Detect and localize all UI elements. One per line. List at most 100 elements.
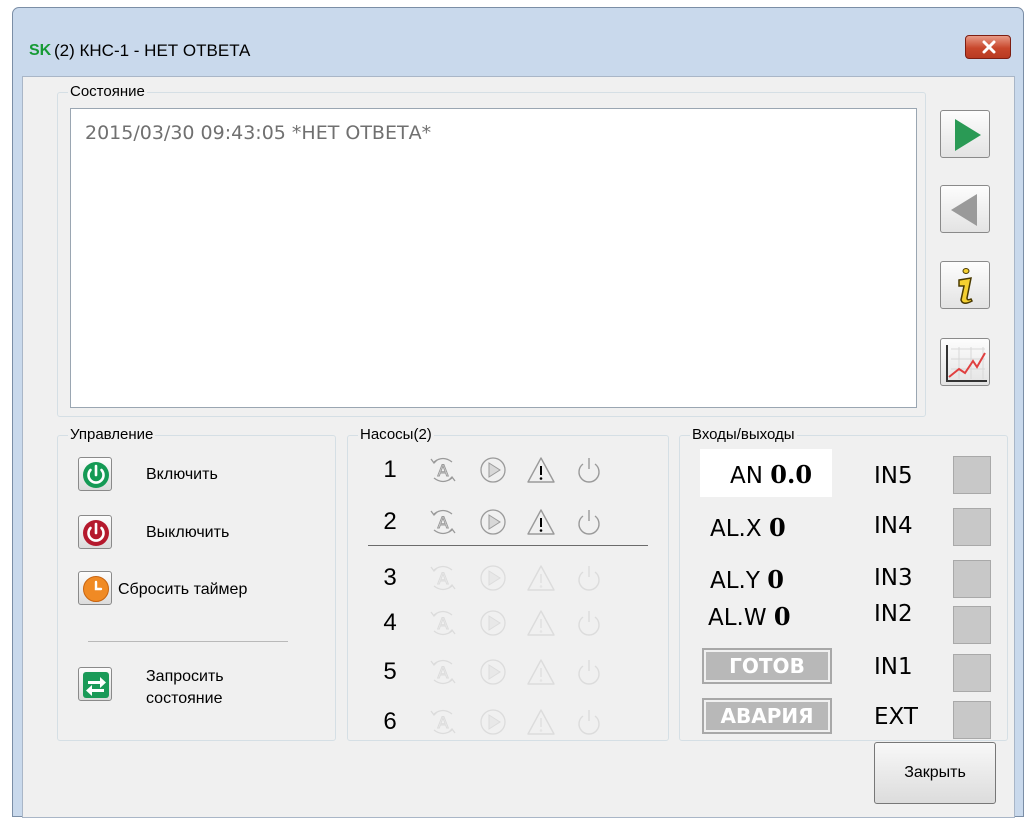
- run-icon: [480, 709, 506, 735]
- in5-indicator: [953, 456, 991, 494]
- request-status-label-2: состояние: [146, 690, 223, 707]
- power-icon: [578, 611, 600, 636]
- alx-label: AL.X: [710, 516, 762, 542]
- power-icon: [578, 458, 600, 483]
- run-icon: [480, 457, 506, 483]
- control-group: Управление Включить Выключить Сбросить т…: [57, 426, 336, 741]
- in1-indicator: [953, 654, 991, 692]
- run-icon: [480, 610, 506, 636]
- status-group-legend: Состояние: [68, 83, 147, 101]
- in4-label: IN4: [874, 513, 913, 539]
- auto-mode-icon: A: [430, 565, 456, 591]
- power-off-icon: [83, 520, 109, 546]
- auto-mode-icon: A: [430, 709, 456, 735]
- in1-label: IN1: [874, 654, 913, 680]
- dialog-window: SK (2) КНС-1 - НЕТ ОТВЕТА Состояние 2015…: [12, 7, 1024, 818]
- alw-reading: AL.W 0: [708, 602, 791, 632]
- alw-value: 0: [773, 602, 791, 631]
- power-off-label: Выключить: [146, 524, 230, 541]
- power-icon: [578, 510, 600, 535]
- status-group: Состояние 2015/03/30 09:43:05 *НЕТ ОТВЕТ…: [57, 83, 926, 417]
- pumps-group: Насосы(2) 1 A 2 A 3 A 4 A 5 A 6 A: [347, 426, 669, 741]
- alx-reading: AL.X 0: [710, 513, 786, 543]
- control-group-legend: Управление: [68, 426, 156, 444]
- auto-mode-icon: A: [430, 509, 456, 535]
- warning-icon: [527, 709, 555, 735]
- title-bar[interactable]: SK (2) КНС-1 - НЕТ ОТВЕТА: [13, 8, 1023, 78]
- alw-label: AL.W: [708, 605, 767, 631]
- svg-text:A: A: [438, 513, 449, 532]
- pumps-divider: [368, 545, 648, 546]
- status-log-line: 2015/03/30 09:43:05 *НЕТ ОТВЕТА*: [85, 122, 432, 144]
- alarm-badge-text: АВАРИЯ: [706, 702, 828, 730]
- dialog-client-area: Состояние 2015/03/30 09:43:05 *НЕТ ОТВЕТ…: [22, 76, 1015, 818]
- svg-text:A: A: [438, 663, 449, 682]
- previous-button[interactable]: [940, 185, 990, 233]
- play-back-icon: [951, 194, 977, 226]
- close-icon: [982, 40, 996, 54]
- status-log[interactable]: 2015/03/30 09:43:05 *НЕТ ОТВЕТА*: [70, 108, 917, 408]
- request-status-label-1: Запросить: [146, 668, 224, 685]
- auto-mode-icon: A: [430, 659, 456, 685]
- pump-number: 6: [383, 708, 397, 735]
- svg-text:A: A: [438, 614, 449, 633]
- window-close-button[interactable]: [965, 35, 1011, 59]
- warning-icon: [527, 659, 555, 685]
- svg-text:A: A: [438, 713, 449, 732]
- ready-badge-text: ГОТОВ: [706, 652, 828, 680]
- an-value: 0.0: [770, 460, 813, 489]
- chart-button[interactable]: [940, 338, 990, 386]
- alarm-badge: АВАРИЯ: [702, 698, 832, 734]
- aly-label: AL.Y: [710, 568, 760, 594]
- control-divider: [88, 641, 288, 642]
- run-icon: [480, 565, 506, 591]
- info-button[interactable]: [940, 261, 990, 309]
- ready-badge: ГОТОВ: [702, 648, 832, 684]
- in3-indicator: [953, 560, 991, 598]
- in2-label: IN2: [874, 601, 913, 627]
- warning-icon: [527, 565, 555, 591]
- an-label: AN: [730, 463, 763, 489]
- pump-number: 3: [383, 564, 397, 591]
- pump-number: 2: [383, 508, 397, 535]
- in3-label: IN3: [874, 565, 913, 591]
- alx-value: 0: [768, 513, 786, 542]
- reset-timer-button[interactable]: [78, 571, 112, 605]
- power-on-button[interactable]: [78, 457, 112, 491]
- power-off-button[interactable]: [78, 515, 112, 549]
- in2-indicator: [953, 606, 991, 644]
- svg-text:A: A: [438, 461, 449, 480]
- run-icon: [480, 659, 506, 685]
- pump-number: 4: [383, 609, 397, 636]
- power-icon: [578, 566, 600, 591]
- reset-timer-label: Сбросить таймер: [118, 581, 248, 598]
- run-icon: [480, 509, 506, 535]
- play-forward-icon: [955, 119, 981, 151]
- warning-icon: [527, 610, 555, 636]
- power-on-icon: [83, 462, 109, 488]
- next-button[interactable]: [940, 110, 990, 158]
- power-on-label: Включить: [146, 466, 218, 483]
- auto-mode-icon: A: [430, 457, 456, 483]
- an-reading: AN 0.0: [730, 460, 813, 490]
- warning-icon: [527, 509, 555, 535]
- ext-label: EXT: [874, 704, 918, 730]
- auto-mode-icon: A: [430, 610, 456, 636]
- power-icon: [578, 710, 600, 735]
- power-icon: [578, 660, 600, 685]
- pump-number: 1: [383, 456, 397, 483]
- warning-icon: [527, 457, 555, 483]
- in5-label: IN5: [874, 463, 913, 489]
- chart-icon: [946, 345, 987, 382]
- in4-indicator: [953, 508, 991, 546]
- close-button[interactable]: Закрыть: [874, 742, 996, 804]
- request-status-button[interactable]: [78, 667, 112, 701]
- pumps-group-legend: Насосы(2): [358, 426, 434, 444]
- ext-indicator: [953, 701, 991, 739]
- pump-number: 5: [383, 658, 397, 685]
- refresh-icon: [83, 672, 109, 698]
- aly-reading: AL.Y 0: [710, 567, 784, 595]
- timer-icon: [83, 576, 109, 602]
- io-group-legend: Входы/выходы: [690, 426, 797, 444]
- app-logo: SK: [29, 42, 52, 59]
